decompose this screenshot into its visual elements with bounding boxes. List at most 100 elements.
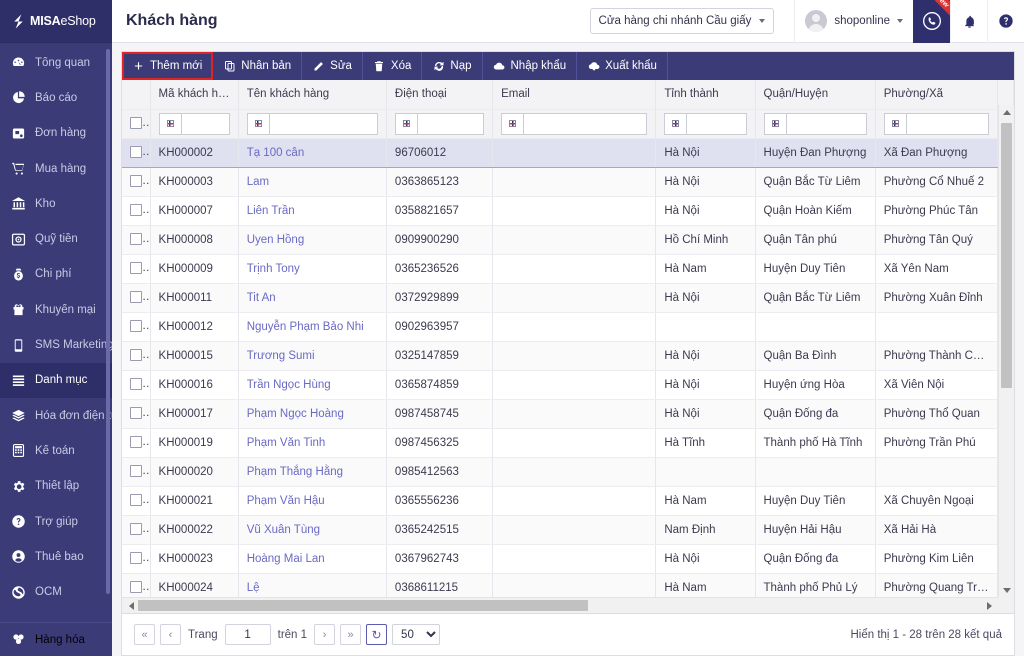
cell-ten[interactable]: Trịnh Tony <box>238 254 386 283</box>
toolbar-button-n-p[interactable]: Nạp <box>422 52 482 80</box>
table-row[interactable]: KH000008Uyen Hồng0909900290Hồ Chí MinhQu… <box>122 225 1014 254</box>
table-row[interactable]: KH000016Trần Ngọc Hùng0365874859Hà NộiHu… <box>122 370 1014 399</box>
filter-input-ten[interactable] <box>269 113 378 135</box>
toolbar-button-xu-t-kh-u[interactable]: Xuất khẩu <box>577 52 668 80</box>
refresh-button[interactable]: ↻ <box>366 624 387 645</box>
customer-name-link[interactable]: Phạm Văn Tinh <box>247 437 326 449</box>
sidebar-item-qu-ti-n[interactable]: Quỹ tiền <box>0 221 112 256</box>
row-checkbox[interactable] <box>130 581 142 593</box>
app-logo[interactable]: MISAeShop <box>0 0 112 43</box>
customer-name-link[interactable]: Trần Ngọc Hùng <box>247 379 331 391</box>
sidebar-item-h-a-n-i-n-t[interactable]: Hóa đơn điện tử <box>0 398 112 433</box>
table-row[interactable]: KH000003Lam0363865123Hà NộiQuận Bắc Từ L… <box>122 167 1014 196</box>
filter-operator-icon-ma[interactable] <box>159 113 181 135</box>
cell-ten[interactable]: Trương Sumi <box>238 341 386 370</box>
row-checkbox[interactable] <box>130 523 142 535</box>
sidebar-scrollbar-thumb[interactable] <box>106 49 110 594</box>
row-checkbox[interactable] <box>130 465 142 477</box>
sidebar-item-sms-marketing[interactable]: SMS Marketing <box>0 327 112 362</box>
customer-name-link[interactable]: Phạm Thắng Hằng <box>247 466 343 478</box>
cell-ten[interactable]: Liên Trần <box>238 196 386 225</box>
horizontal-scrollbar[interactable] <box>122 597 1014 613</box>
column-header-phuongxa[interactable]: Phường/Xã <box>875 80 997 109</box>
table-row[interactable]: KH000021Phạm Văn Hậu0365556236Hà NamHuyệ… <box>122 486 1014 515</box>
column-header-email[interactable]: Email <box>493 80 656 109</box>
sidebar-item-khuy-n-m-i[interactable]: Khuyến mại <box>0 292 112 327</box>
customer-name-link[interactable]: Phạm Ngọc Hoàng <box>247 408 344 420</box>
filter-input-phuongxa[interactable] <box>906 113 989 135</box>
customer-name-link[interactable]: Phạm Văn Hậu <box>247 495 325 507</box>
sidebar-item-mua-h-ng[interactable]: Mua hàng <box>0 151 112 186</box>
sidebar-item-thu-bao[interactable]: Thuê bao <box>0 539 112 574</box>
user-menu[interactable]: shoponline <box>794 0 913 43</box>
customer-name-link[interactable]: Trương Sumi <box>247 350 315 362</box>
filter-operator-icon-dienthoai[interactable] <box>395 113 417 135</box>
row-checkbox[interactable] <box>130 291 142 303</box>
toolbar-button-th-m-m-i[interactable]: +Thêm mới <box>122 52 213 80</box>
row-checkbox[interactable] <box>130 262 142 274</box>
scroll-up-arrow[interactable] <box>999 105 1014 119</box>
cell-ten[interactable]: Nguyễn Phạm Bảo Nhi <box>238 312 386 341</box>
sidebar-item-b-o-c-o[interactable]: Báo cáo <box>0 80 112 115</box>
filter-operator-icon-tinhthanh[interactable] <box>664 113 686 135</box>
cell-ten[interactable]: Lệ <box>238 573 386 597</box>
column-header-dienthoai[interactable]: Điện thoại <box>386 80 492 109</box>
customer-name-link[interactable]: Tạ 100 cân <box>247 147 305 159</box>
table-row[interactable]: KH000015Trương Sumi0325147859Hà NộiQuận … <box>122 341 1014 370</box>
customer-name-link[interactable]: Lam <box>247 176 269 188</box>
cell-ten[interactable]: Phạm Văn Hậu <box>238 486 386 515</box>
row-checkbox[interactable] <box>130 349 142 361</box>
cell-ten[interactable]: Lam <box>238 167 386 196</box>
select-all-checkbox[interactable] <box>130 117 142 129</box>
customer-name-link[interactable]: Hoàng Mai Lan <box>247 553 325 565</box>
filter-input-ma[interactable] <box>181 113 230 135</box>
toolbar-button-nh-n-b-n[interactable]: Nhân bản <box>213 52 302 80</box>
column-header-quanhuyen[interactable]: Quận/Huyện <box>755 80 875 109</box>
row-checkbox[interactable] <box>130 552 142 564</box>
customer-name-link[interactable]: Tit An <box>247 292 276 304</box>
row-checkbox[interactable] <box>130 233 142 245</box>
row-checkbox[interactable] <box>130 175 142 187</box>
sidebar-item-ocm[interactable]: OCM <box>0 574 112 609</box>
cell-ten[interactable]: Uyen Hồng <box>238 225 386 254</box>
sidebar-item-hang-hoa[interactable]: Hàng hóa <box>0 622 112 656</box>
table-row[interactable]: KH000022Vũ Xuân Tùng0365242515Nam ĐịnhHu… <box>122 515 1014 544</box>
page-number-input[interactable] <box>225 624 271 645</box>
sidebar-item-n-h-ng[interactable]: Đơn hàng <box>0 116 112 151</box>
filter-input-tinhthanh[interactable] <box>686 113 746 135</box>
sidebar-item-kho[interactable]: Kho <box>0 186 112 221</box>
toolbar-button-s-a[interactable]: Sửa <box>302 52 363 80</box>
table-row[interactable]: KH000007Liên Trần0358821657Hà NộiQuận Ho… <box>122 196 1014 225</box>
sidebar-item-tr-gi-p[interactable]: Trợ giúp <box>0 504 112 539</box>
cell-ten[interactable]: Tit An <box>238 283 386 312</box>
row-checkbox[interactable] <box>130 436 142 448</box>
vertical-scrollbar-thumb[interactable] <box>1001 123 1012 388</box>
row-checkbox[interactable] <box>130 378 142 390</box>
sidebar-scrollbar-track[interactable] <box>107 45 111 654</box>
row-checkbox[interactable] <box>130 204 142 216</box>
prev-page-button[interactable]: ‹ <box>160 624 181 645</box>
sidebar-item-thi-t-l-p[interactable]: Thiết lập <box>0 469 112 504</box>
filter-input-email[interactable] <box>523 113 647 135</box>
cell-ten[interactable]: Phạm Thắng Hằng <box>238 457 386 486</box>
next-page-button[interactable]: › <box>314 624 335 645</box>
cell-ten[interactable]: Hoàng Mai Lan <box>238 544 386 573</box>
horizontal-scrollbar-thumb[interactable] <box>138 600 588 611</box>
cell-ten[interactable]: Phạm Văn Tinh <box>238 428 386 457</box>
row-checkbox[interactable] <box>130 407 142 419</box>
filter-input-dienthoai[interactable] <box>417 113 484 135</box>
sidebar-item-chi-ph[interactable]: Chi phí <box>0 257 112 292</box>
page-size-select[interactable]: 102050100 <box>392 624 440 645</box>
cell-ten[interactable]: Tạ 100 cân <box>238 138 386 167</box>
table-row[interactable]: KH000011Tit An0372929899Hà NộiQuận Bắc T… <box>122 283 1014 312</box>
table-row[interactable]: KH000002Tạ 100 cân96706012Hà NộiHuyện Đa… <box>122 138 1014 167</box>
notifications-button[interactable] <box>950 0 987 43</box>
cell-ten[interactable]: Trần Ngọc Hùng <box>238 370 386 399</box>
toolbar-button-x-a[interactable]: Xóa <box>363 52 422 80</box>
table-row[interactable]: KH000017Phạm Ngọc Hoàng0987458745Hà NộiQ… <box>122 399 1014 428</box>
last-page-button[interactable]: » <box>340 624 361 645</box>
phone-call-button[interactable]: New <box>913 0 950 43</box>
row-checkbox[interactable] <box>130 320 142 332</box>
customer-name-link[interactable]: Liên Trần <box>247 205 295 217</box>
sidebar-item-danh-m-c[interactable]: Danh mục <box>0 363 112 398</box>
